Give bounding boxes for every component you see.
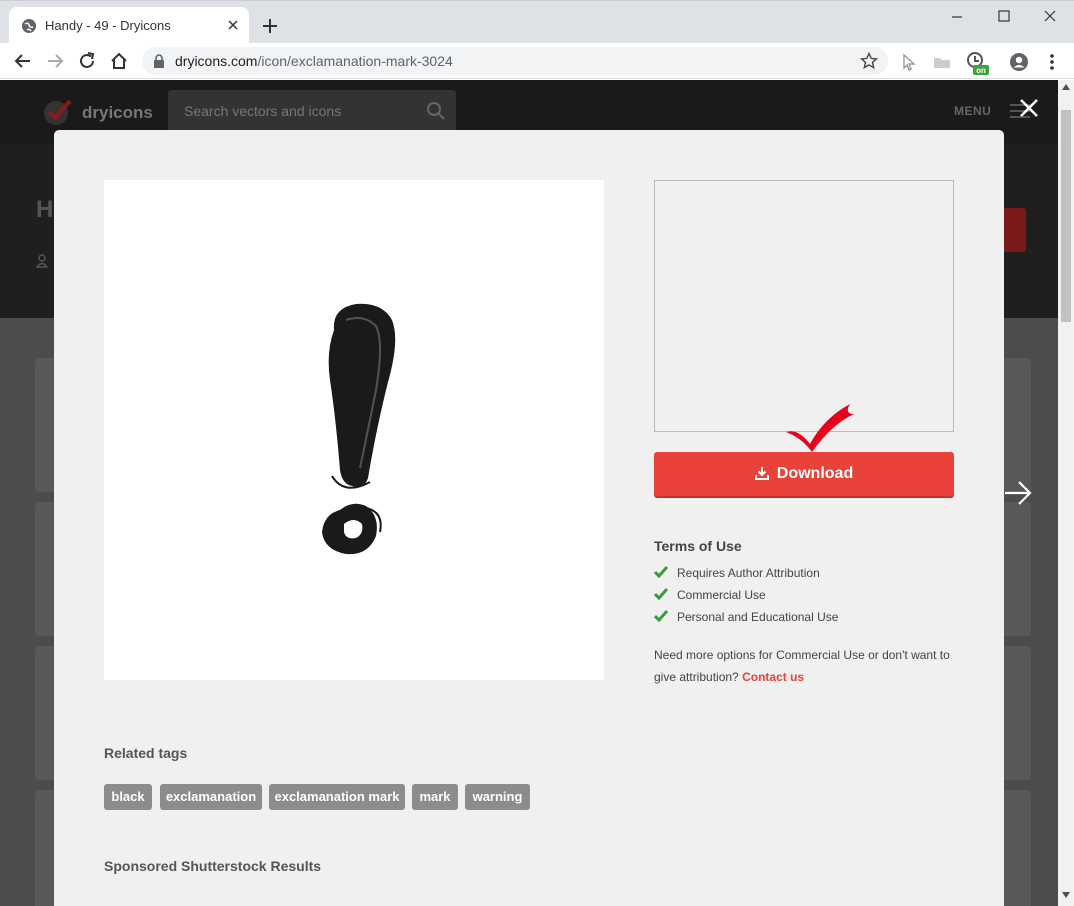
- exclamation-mark-icon: [322, 303, 396, 555]
- lock-icon: [154, 54, 164, 68]
- url-text: dryicons.com/icon/exclamanation-mark-302…: [175, 53, 453, 69]
- close-icon[interactable]: [225, 17, 241, 33]
- download-label: Download: [776, 465, 854, 482]
- new-tab-icon[interactable]: [260, 16, 280, 36]
- modal-close-icon[interactable]: [1018, 97, 1040, 119]
- download-icon: [754, 467, 769, 480]
- checkmark-icon: [786, 404, 854, 452]
- logo-text: dryicons: [82, 103, 153, 122]
- window-close-icon[interactable]: [1027, 5, 1073, 29]
- dryicons-logo[interactable]: dryicons: [42, 97, 162, 127]
- advertisement-slot: [654, 180, 954, 432]
- term-label: Commercial Use: [677, 588, 766, 602]
- hero-heading: H: [36, 196, 54, 223]
- tag[interactable]: mark: [412, 784, 458, 810]
- address-bar[interactable]: dryicons.com/icon/exclamanation-mark-302…: [142, 47, 888, 75]
- scrollbar-thumb[interactable]: [1061, 110, 1071, 322]
- cursor-extension-icon[interactable]: [900, 52, 920, 72]
- check-icon: [654, 566, 668, 578]
- icon-preview: [104, 180, 604, 680]
- browser-tab[interactable]: Handy - 49 - Dryicons: [9, 7, 249, 44]
- browser-toolbar: dryicons.com/icon/exclamanation-mark-302…: [0, 43, 1074, 79]
- user-icon: [36, 254, 48, 268]
- browser-tab-bar: Handy - 49 - Dryicons: [0, 0, 1074, 44]
- term-label: Requires Author Attribution: [677, 566, 820, 580]
- tag[interactable]: exclamanation: [160, 784, 262, 810]
- check-icon: [654, 588, 668, 600]
- globe-icon: [22, 19, 36, 33]
- logo-icon: [44, 99, 72, 125]
- download-button[interactable]: Download: [654, 452, 954, 496]
- minimize-icon[interactable]: [934, 5, 980, 29]
- profile-icon[interactable]: [1009, 52, 1029, 72]
- page-scrollbar[interactable]: [1058, 80, 1074, 906]
- menu-label[interactable]: MENU: [954, 104, 991, 118]
- reload-icon[interactable]: [76, 50, 98, 72]
- terms-title: Terms of Use: [654, 538, 742, 554]
- bookmark-star-icon[interactable]: [860, 52, 878, 70]
- commercial-note: Need more options for Commercial Use or …: [654, 644, 964, 688]
- folder-extension-icon[interactable]: [932, 52, 952, 72]
- check-icon: [654, 610, 668, 622]
- contact-us-link[interactable]: Contact us: [742, 670, 804, 684]
- next-arrow-icon[interactable]: [1003, 478, 1033, 508]
- web-page: dryicons Search vectors and icons MENU H: [0, 80, 1058, 906]
- scroll-up-icon[interactable]: [1062, 84, 1070, 90]
- related-tags-title: Related tags: [104, 745, 188, 761]
- home-icon[interactable]: [108, 50, 130, 72]
- extension-on-icon[interactable]: on: [965, 51, 989, 75]
- search-icon[interactable]: [426, 101, 446, 121]
- sponsored-title: Sponsored Shutterstock Results: [104, 858, 322, 874]
- tag[interactable]: warning: [465, 784, 530, 810]
- tab-title: Handy - 49 - Dryicons: [45, 18, 171, 33]
- kebab-menu-icon[interactable]: [1042, 52, 1062, 72]
- maximize-icon[interactable]: [981, 5, 1027, 29]
- tag[interactable]: exclamanation mark: [269, 784, 405, 810]
- term-label: Personal and Educational Use: [677, 610, 839, 624]
- forward-arrow-icon[interactable]: [44, 50, 66, 72]
- svg-text:on: on: [976, 66, 986, 75]
- icon-detail-modal: Download Terms of Use Requires Author At…: [54, 130, 1004, 906]
- search-placeholder: Search vectors and icons: [184, 103, 342, 119]
- site-search-input[interactable]: Search vectors and icons: [168, 90, 456, 132]
- scroll-down-icon[interactable]: [1062, 892, 1070, 898]
- tag[interactable]: black: [104, 784, 152, 810]
- back-arrow-icon[interactable]: [12, 50, 34, 72]
